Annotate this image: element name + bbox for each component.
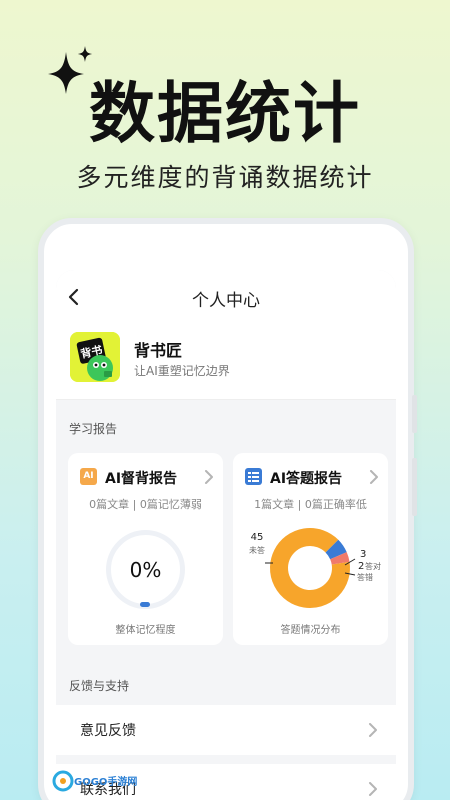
donut-segment-wrong: [330, 552, 350, 565]
wrong-label: 答错: [357, 572, 373, 582]
card-title: AI答题报告: [270, 471, 343, 487]
page-title: 个人中心: [192, 291, 260, 311]
profile-card[interactable]: 背书 背书匠 让AI重塑记忆边界: [56, 325, 396, 400]
answer-distribution-donut: 45 未答 3 2 答对 答错: [249, 528, 381, 608]
card-footer: 整体记忆程度: [115, 625, 176, 636]
hero-subtitle: 多元维度的背诵数据统计: [76, 163, 374, 192]
progress-indicator: [140, 602, 150, 607]
chevron-right-icon: [205, 470, 213, 484]
unanswered-label: 未答: [249, 545, 265, 555]
section-label-feedback: 反馈与支持: [69, 679, 130, 693]
hero-title: 数据统计: [89, 75, 361, 152]
correct-label: 答对: [365, 561, 381, 571]
profile-name: 背书匠: [134, 341, 183, 360]
donut-segment-correct: [325, 539, 347, 560]
progress-percent: 0%: [130, 558, 162, 582]
watermark-logo: GOGO手游网: [52, 770, 137, 792]
watermark-text: GOGO手游网: [74, 775, 137, 788]
nav-bar: 个人中心: [56, 270, 396, 325]
card-ai-supervise-report[interactable]: AI AI督背报告 0篇文章 | 0篇记忆薄弱 0% 整体记忆程度: [68, 453, 223, 645]
list-report-icon: [245, 468, 262, 485]
chevron-right-icon: [369, 723, 377, 737]
card-footer: 答题情况分布: [280, 625, 341, 636]
chevron-right-icon: [370, 470, 378, 484]
ai-icon-text: AI: [83, 471, 94, 481]
chevron-right-icon: [369, 782, 377, 796]
app-screen: 个人中心 背书 背书匠 让AI重塑记忆边界 学习报告 AI AI督背报告 0篇文…: [56, 270, 396, 800]
memory-progress-ring: 0%: [106, 530, 185, 609]
card-title: AI督背报告: [105, 471, 178, 487]
avatar-mascot-icon: 背书: [70, 332, 120, 382]
avatar: 背书: [70, 332, 120, 382]
phone-side-button: [412, 458, 417, 516]
feedback-label: 意见反馈: [80, 723, 136, 739]
card-ai-answer-report[interactable]: AI答题报告 1篇文章 | 0篇正确率低 45 未答 3 2 答对 答错 答题情…: [233, 453, 388, 645]
profile-slogan: 让AI重塑记忆边界: [134, 364, 230, 378]
card-stats: 0篇文章 | 0篇记忆薄弱: [89, 498, 202, 511]
feedback-row[interactable]: 意见反馈: [56, 705, 396, 755]
unanswered-value: 45: [251, 532, 264, 543]
wrong-value: 2: [358, 561, 364, 572]
ai-report-icon: AI: [80, 468, 97, 485]
section-label-report: 学习报告: [69, 422, 118, 436]
card-stats: 1篇文章 | 0篇正确率低: [254, 498, 367, 511]
correct-value: 3: [360, 549, 366, 560]
phone-side-button: [412, 395, 417, 433]
